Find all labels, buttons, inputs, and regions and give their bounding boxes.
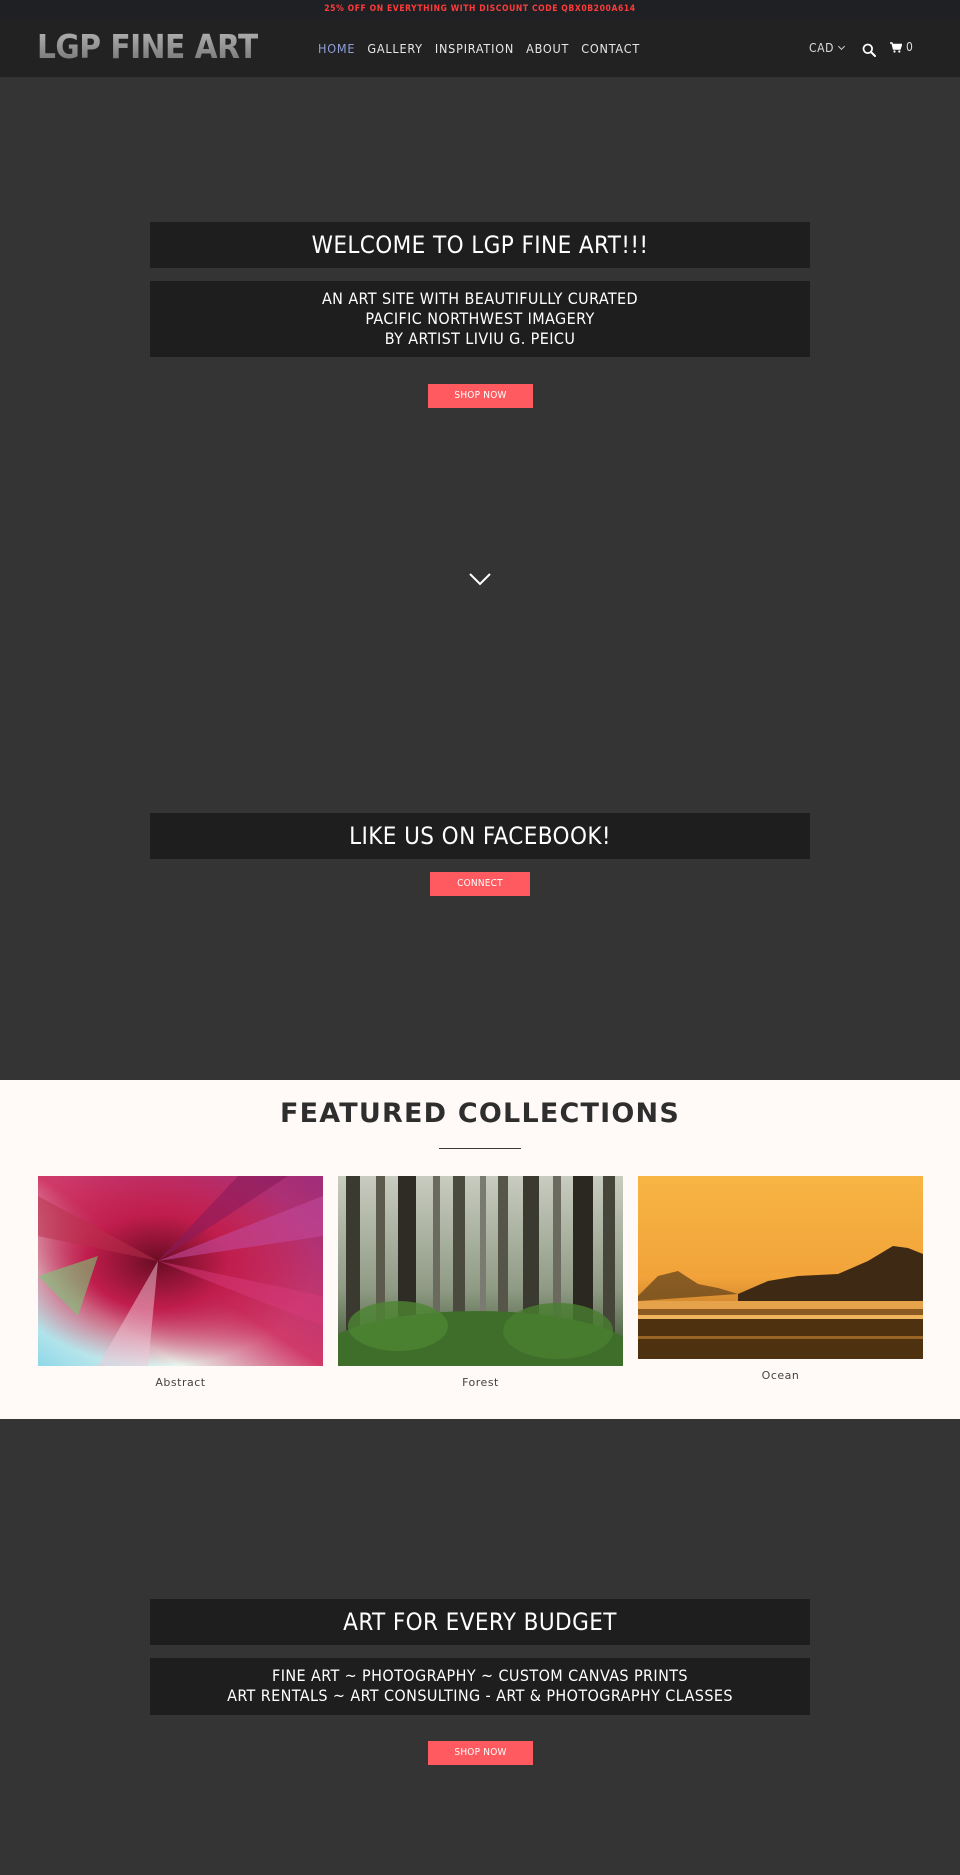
budget-shop-now-button[interactable]: SHOP NOW [428,1741,533,1765]
forest-image[interactable] [318,1176,638,1401]
hero-shop-now-button[interactable]: SHOP NOW [428,384,533,408]
search-icon[interactable] [862,43,876,57]
connect-button[interactable]: CONNECT [430,872,530,896]
title-divider [439,1148,521,1149]
announcement-bar: 25% OFF ON EVERYTHING WITH DISCOUNT CODE… [0,0,960,19]
nav-home[interactable]: HOME [318,41,355,56]
collection-card-abstract[interactable]: Abstract [38,1176,323,1389]
scroll-down-arrow-icon[interactable] [468,568,492,592]
nav-about[interactable]: ABOUT [526,41,569,56]
abstract-image[interactable] [38,1176,323,1366]
hero-subtitle-line: BY ARTIST LIVIU G. PEICU [384,329,576,348]
site-logo[interactable]: LGP FINE ART [37,27,258,67]
featured-title: FEATURED COLLECTIONS [280,1098,680,1129]
budget-subtitle-line: FINE ART ~ PHOTOGRAPHY ~ CUSTOM CANVAS P… [272,1666,688,1685]
budget-title: ART FOR EVERY BUDGET [150,1599,810,1645]
hero-subtitle-line: PACIFIC NORTHWEST IMAGERY [365,309,595,328]
ocean-image[interactable] [638,1176,923,1359]
hero-title: WELCOME TO LGP FINE ART!!! [150,222,810,268]
site-header: LGP FINE ART HOME GALLERY INSPIRATION AB… [0,19,960,77]
cart-button[interactable]: 0 [890,40,913,54]
featured-collections: FEATURED COLLECTIONS Abstract Forest Oce… [0,1080,960,1419]
hero-subtitle-line: AN ART SITE WITH BEAUTIFULLY CURATED [321,289,639,308]
collection-label-abstract[interactable]: Abstract [38,1376,323,1389]
cart-count: 0 [906,40,913,54]
facebook-title: LIKE US ON FACEBOOK! [150,813,810,859]
currency-selector[interactable]: CAD [809,41,846,55]
nav-contact[interactable]: CONTACT [581,41,640,56]
chevron-down-icon [838,42,846,51]
budget-subtitle: FINE ART ~ PHOTOGRAPHY ~ CUSTOM CANVAS P… [150,1658,810,1715]
collection-label-forest[interactable]: Forest [338,1376,623,1389]
collection-card-ocean[interactable]: Ocean [638,1176,923,1382]
cart-icon [890,41,902,53]
hero-subtitle: AN ART SITE WITH BEAUTIFULLY CURATED PAC… [150,281,810,357]
currency-label: CAD [809,41,835,55]
nav-inspiration[interactable]: INSPIRATION [435,41,514,56]
collection-label-ocean[interactable]: Ocean [638,1369,923,1382]
nav-gallery[interactable]: GALLERY [367,41,423,56]
budget-subtitle-line: ART RENTALS ~ ART CONSULTING - ART & PHO… [227,1686,733,1705]
collection-card-forest[interactable]: Forest [318,1176,638,1401]
main-nav: HOME GALLERY INSPIRATION ABOUT CONTACT [318,41,640,56]
